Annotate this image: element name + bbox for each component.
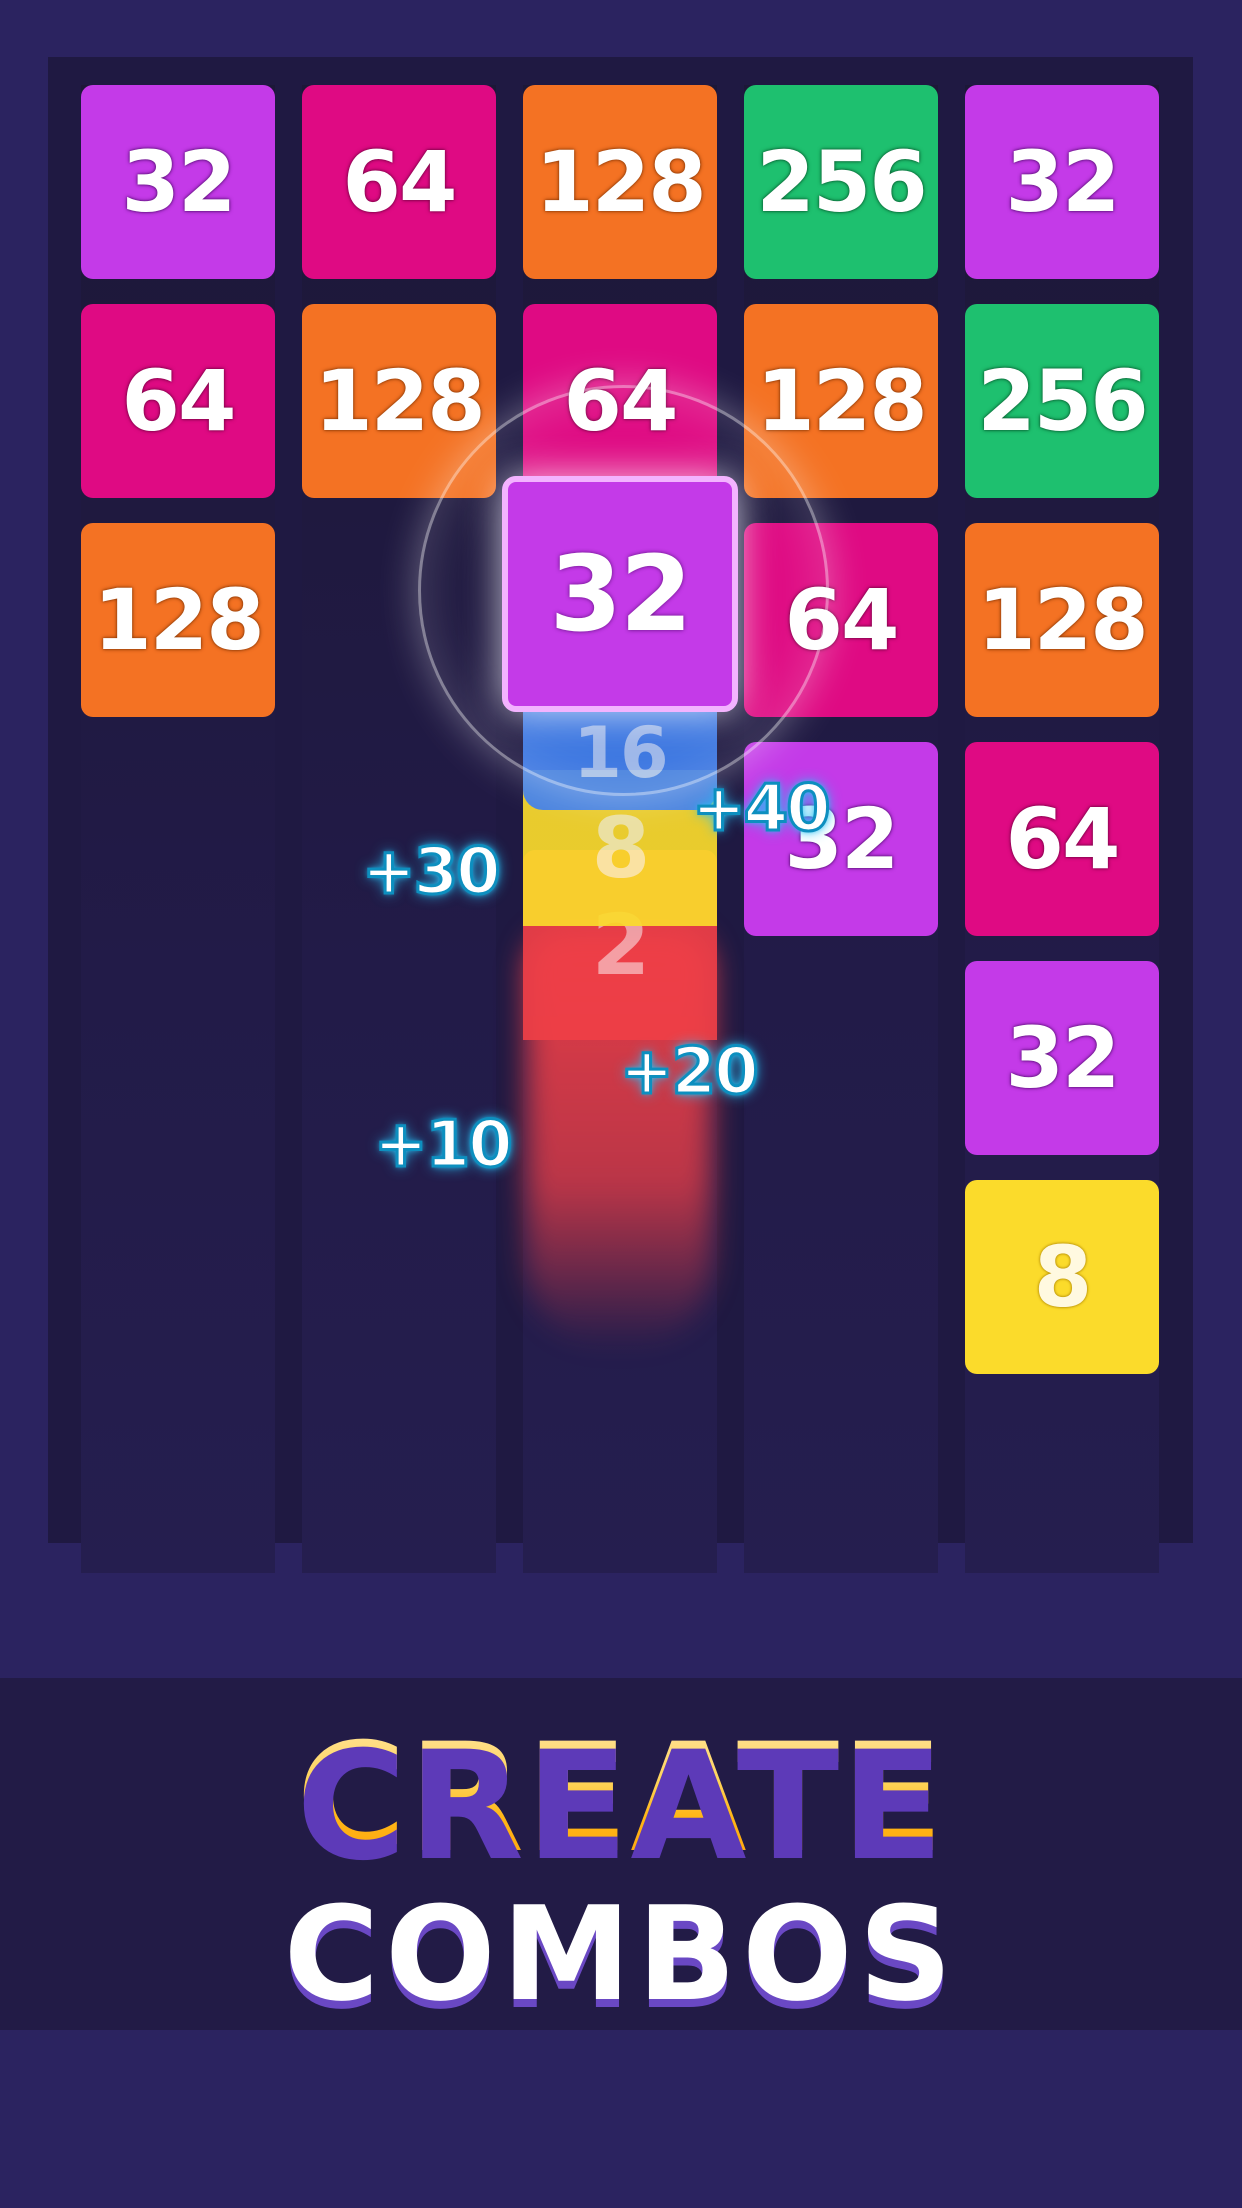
tile: 128 bbox=[523, 85, 717, 279]
active-tile[interactable]: 32 bbox=[502, 476, 738, 712]
tile: 256 bbox=[744, 85, 938, 279]
score-popup: +10 bbox=[373, 1107, 515, 1184]
score-popup: +20 bbox=[619, 1034, 761, 1111]
headline-line2: COMBOS bbox=[283, 1878, 959, 2030]
tile: 64 bbox=[302, 85, 496, 279]
tile: 256 bbox=[965, 304, 1159, 498]
tile: 32 bbox=[965, 961, 1159, 1155]
tile: 128 bbox=[81, 523, 275, 717]
column-5[interactable]: 32 256 128 64 32 8 bbox=[965, 85, 1159, 1573]
column-2[interactable]: 64 128 bbox=[302, 85, 496, 1573]
column-1[interactable]: 32 64 128 bbox=[81, 85, 275, 1573]
tile: 64 bbox=[965, 742, 1159, 936]
score-popup: +30 bbox=[361, 834, 503, 911]
tile: 128 bbox=[965, 523, 1159, 717]
tile: 32 bbox=[81, 85, 275, 279]
tile: 64 bbox=[81, 304, 275, 498]
tile: 32 bbox=[965, 85, 1159, 279]
headline-line1: CREATE bbox=[0, 1712, 1242, 1886]
score-popup: +40 bbox=[691, 771, 833, 848]
tile: 8 bbox=[965, 1180, 1159, 1374]
